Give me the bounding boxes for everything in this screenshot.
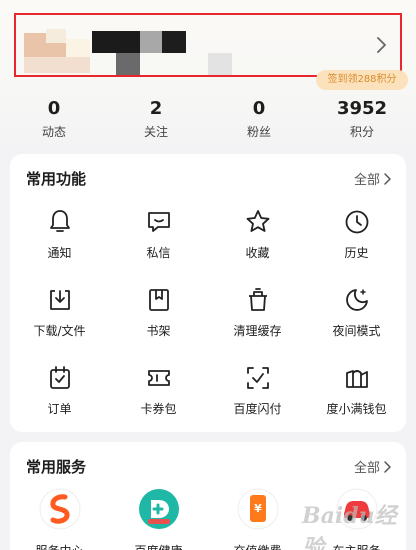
- feature-label: 清理缓存: [233, 324, 282, 338]
- stat-value: 0: [47, 98, 61, 119]
- service-center[interactable]: 服务中心: [10, 488, 109, 550]
- feature-notify[interactable]: 通知: [10, 202, 109, 280]
- feature-label: 收藏: [245, 246, 270, 260]
- feature-history[interactable]: 历史: [307, 202, 406, 280]
- feature-bookshelf[interactable]: 书架: [109, 280, 208, 358]
- section-title: 常用服务: [26, 458, 87, 476]
- avatar[interactable]: [24, 29, 90, 73]
- feature-label: 夜间模式: [332, 324, 381, 338]
- watermark: Baidu经验: [302, 503, 397, 550]
- stat-label: 动态: [41, 125, 66, 139]
- stat-posts[interactable]: 0 动态: [9, 98, 99, 140]
- username-mosaic: [140, 31, 162, 53]
- view-all-label: 全部: [353, 173, 380, 188]
- bell-icon: [49, 210, 70, 232]
- feature-night-mode[interactable]: 夜间模式: [307, 280, 406, 358]
- message-icon: [147, 212, 170, 232]
- stats-row: 0 动态 2 关注 0 粉丝 3952 积分: [0, 98, 416, 144]
- view-all-link[interactable]: 全部: [354, 169, 392, 188]
- feature-download[interactable]: 下载/文件: [10, 280, 109, 358]
- svg-text:¥: ¥: [254, 502, 262, 515]
- trash-icon: [248, 288, 267, 311]
- feature-label: 百度闪付: [233, 402, 282, 416]
- bookshelf-icon: [148, 289, 169, 311]
- section-title: 常用功能: [26, 170, 87, 188]
- clock-icon: [345, 210, 368, 234]
- coupon-icon: [147, 370, 170, 386]
- username-mosaic: [208, 53, 232, 75]
- feature-label: 历史: [344, 246, 369, 260]
- feature-coupons[interactable]: 卡券包: [109, 358, 208, 436]
- stat-label: 积分: [349, 125, 374, 139]
- username-mosaic: [92, 31, 140, 53]
- stat-label: 关注: [143, 125, 168, 139]
- feature-label: 私信: [146, 246, 171, 260]
- feature-orders[interactable]: 订单: [10, 358, 109, 436]
- stat-label: 粉丝: [246, 125, 271, 139]
- wallet-icon: [345, 370, 368, 388]
- stat-points[interactable]: 3952 积分: [317, 98, 407, 140]
- feature-quickpay[interactable]: 百度闪付: [208, 358, 307, 436]
- feature-message[interactable]: 私信: [109, 202, 208, 280]
- stat-value: 2: [149, 98, 163, 119]
- chevron-right-icon[interactable]: [374, 35, 390, 55]
- feature-label: 卡券包: [140, 402, 177, 416]
- username-mosaic: [162, 31, 186, 53]
- feature-label: 度小满钱包: [326, 402, 387, 416]
- profile-header[interactable]: [14, 13, 402, 77]
- feature-wallet[interactable]: 度小满钱包: [307, 358, 406, 436]
- feature-label: 书架: [146, 324, 171, 338]
- feature-label: 通知: [47, 246, 72, 260]
- view-all-link[interactable]: 全部: [354, 457, 392, 476]
- stat-value: 3952: [336, 98, 388, 119]
- stat-followers[interactable]: 0 粉丝: [214, 98, 304, 140]
- recharge-icon: ¥: [237, 488, 278, 530]
- health-icon: [138, 489, 179, 529]
- feature-label: 订单: [47, 402, 72, 416]
- scan-pay-icon: [246, 367, 269, 389]
- stat-value: 0: [252, 98, 266, 119]
- service-center-icon: [39, 488, 80, 530]
- download-icon: [49, 290, 70, 310]
- feature-label: 下载/文件: [33, 324, 86, 338]
- username-mosaic: [116, 53, 140, 75]
- service-health[interactable]: 百度健康: [109, 488, 208, 550]
- feature-favorites[interactable]: 收藏: [208, 202, 307, 280]
- feature-clear-cache[interactable]: 清理缓存: [208, 280, 307, 358]
- service-recharge[interactable]: ¥ 充值缴费: [208, 488, 307, 550]
- service-label: 充值缴费: [208, 542, 307, 550]
- chevron-right-icon: [384, 460, 391, 473]
- stat-following[interactable]: 2 关注: [111, 98, 201, 140]
- service-label: 服务中心: [10, 542, 109, 550]
- view-all-label: 全部: [353, 461, 380, 476]
- chevron-right-icon: [384, 172, 391, 185]
- moon-icon: [345, 289, 368, 311]
- service-label: 百度健康: [109, 542, 208, 550]
- common-features-card: 常用功能 全部 通知 私信 收藏 历史 下载/文件 书架 清理缓存 夜间模式 订…: [10, 154, 406, 432]
- star-icon: [246, 210, 269, 232]
- order-icon: [49, 366, 70, 389]
- points-tip-badge[interactable]: 签到领288积分: [316, 70, 408, 90]
